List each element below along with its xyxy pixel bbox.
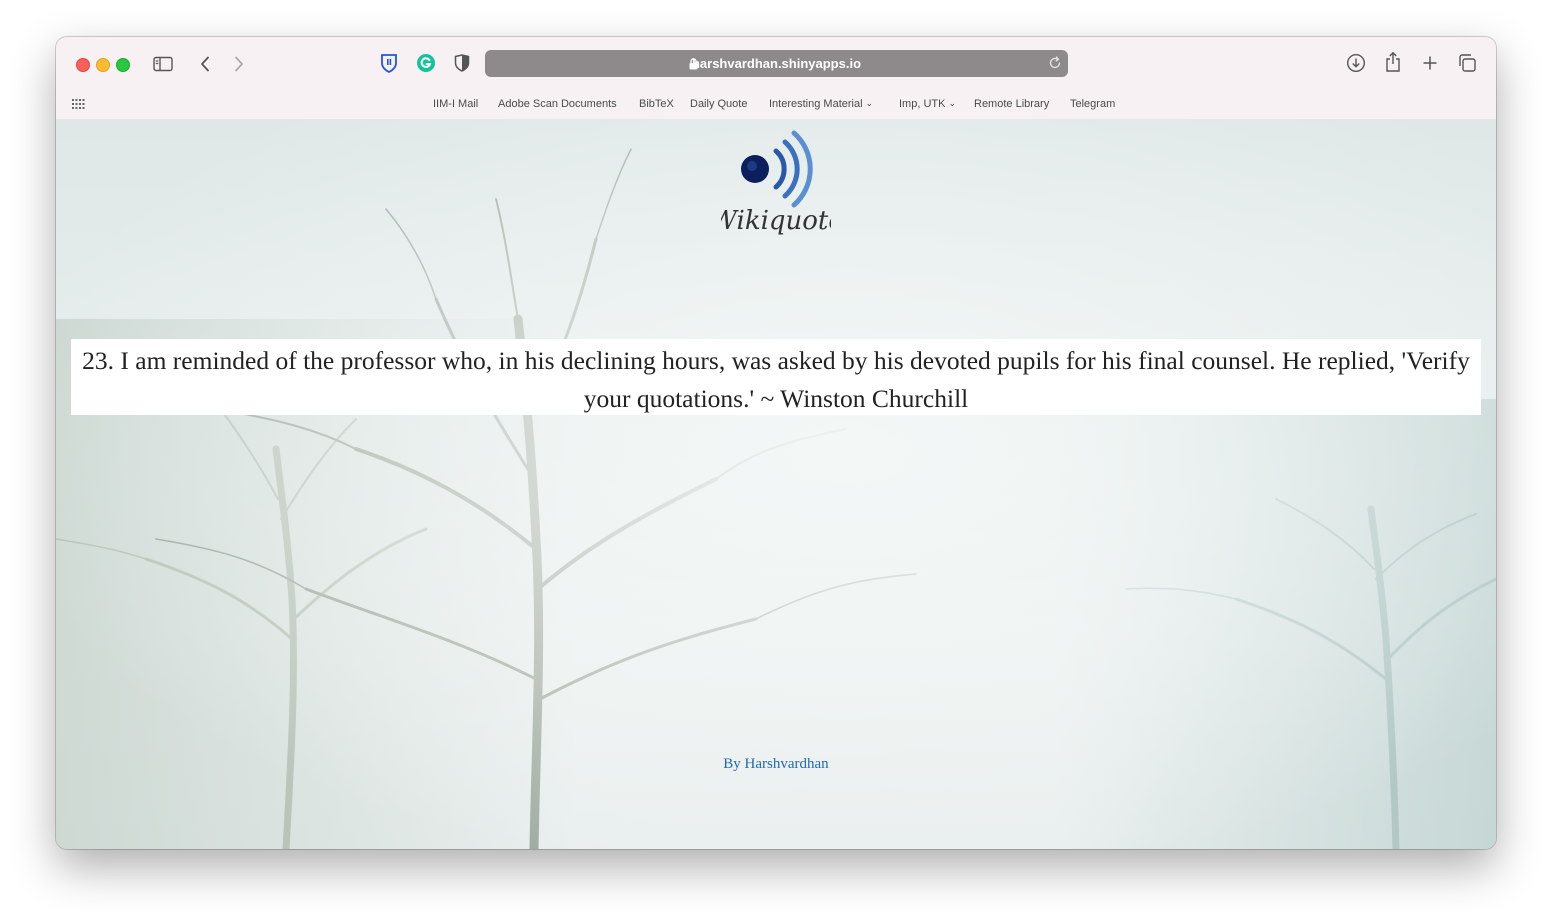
quote-text: 23. I am reminded of the professor who, …	[82, 346, 1470, 413]
tab-overview-icon[interactable]	[1457, 53, 1477, 73]
bookmark-folder-interesting-material[interactable]: Interesting Material ⌄	[769, 98, 873, 110]
grammarly-icon[interactable]	[416, 53, 436, 73]
bookmark-remote-library[interactable]: Remote Library	[974, 98, 1049, 110]
bookmark-daily-quote[interactable]: Daily Quote	[690, 98, 747, 110]
privacy-shield-icon[interactable]	[453, 53, 471, 73]
bookmarks-grid-icon[interactable]	[71, 98, 85, 110]
address-bar[interactable]: harshvardhan.shinyapps.io	[485, 50, 1068, 77]
logo-text: Wikiquote	[721, 206, 831, 236]
bookmark-folder-imp-utk[interactable]: Imp, UTK ⌄	[899, 98, 956, 110]
zoom-window-button[interactable]	[116, 58, 130, 72]
share-icon[interactable]	[1383, 51, 1403, 73]
download-icon[interactable]	[1346, 53, 1366, 73]
bitwarden-icon[interactable]	[379, 53, 399, 73]
quote-box: 23. I am reminded of the professor who, …	[71, 339, 1481, 415]
web-page: Wikiquote 23. I am reminded of the profe…	[56, 119, 1496, 849]
bookmarks-bar: IIM-I Mail Adobe Scan Documents BibTeX D…	[56, 90, 1496, 120]
forward-icon[interactable]	[231, 54, 247, 74]
bookmark-telegram[interactable]: Telegram	[1070, 98, 1115, 110]
browser-window: harshvardhan.shinyapps.io IIM-I Mail Ado…	[56, 37, 1496, 849]
minimize-window-button[interactable]	[96, 58, 110, 72]
signal-icon	[741, 130, 813, 208]
author-byline-link[interactable]: By Harshvardhan	[56, 756, 1496, 773]
reload-icon[interactable]	[1048, 56, 1062, 75]
bookmark-iim-i-mail[interactable]: IIM-I Mail	[433, 98, 478, 110]
chevron-down-icon: ⌄	[948, 98, 956, 108]
bookmark-folder-label: Imp, UTK	[899, 98, 946, 110]
close-window-button[interactable]	[76, 58, 90, 72]
wikiquote-logo: Wikiquote	[710, 127, 844, 247]
back-icon[interactable]	[197, 54, 213, 74]
new-tab-icon[interactable]	[1420, 53, 1440, 73]
bookmark-bibtex[interactable]: BibTeX	[639, 98, 674, 110]
sidebar-icon[interactable]	[153, 54, 173, 74]
bookmark-adobe-scan-documents[interactable]: Adobe Scan Documents	[498, 98, 617, 110]
browser-toolbar: harshvardhan.shinyapps.io	[56, 37, 1496, 90]
bookmark-folder-label: Interesting Material	[769, 98, 863, 110]
chevron-down-icon: ⌄	[865, 98, 874, 108]
url-text: harshvardhan.shinyapps.io	[691, 56, 862, 71]
